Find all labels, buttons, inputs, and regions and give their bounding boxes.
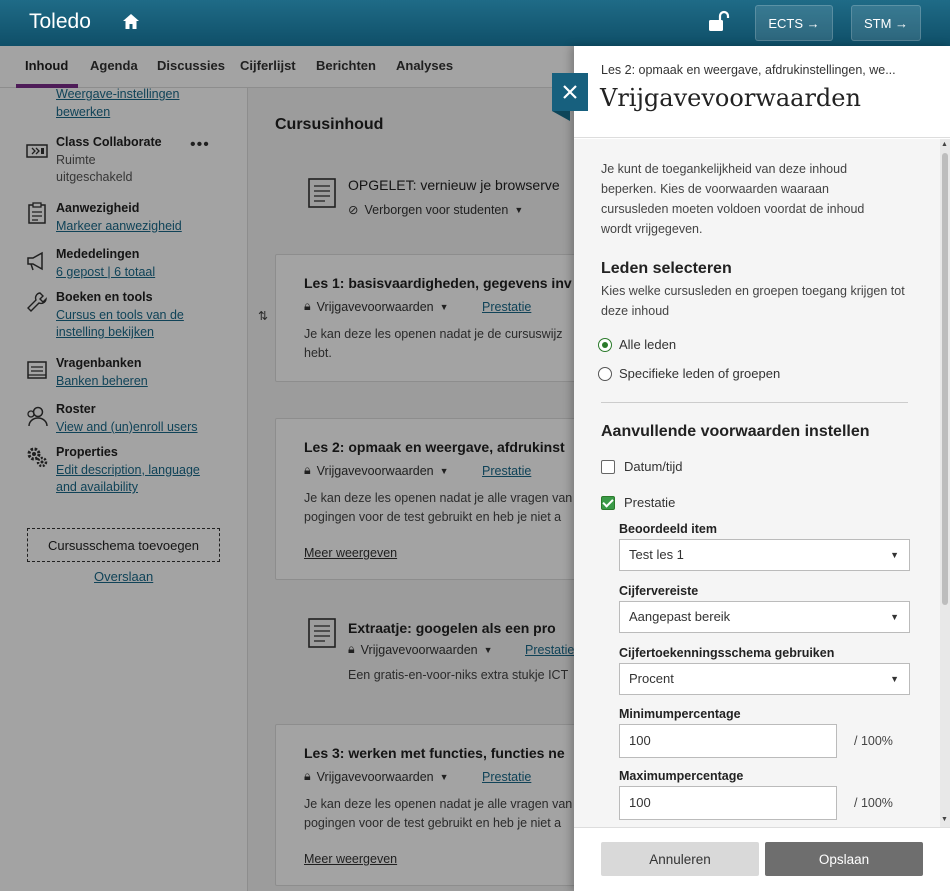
top-bar: Toledo ECTS → STM → [0, 0, 950, 46]
extra-conditions-title: Aanvullende voorwaarden instellen [601, 423, 870, 440]
close-panel-button[interactable] [552, 73, 588, 111]
all-members-label[interactable]: Alle leden [619, 337, 676, 352]
close-tab-tail [552, 111, 570, 121]
scroll-thumb[interactable] [942, 153, 948, 605]
graded-item-select[interactable]: Test les 1 ▼ [619, 539, 910, 571]
members-section-subtitle: Kies welke cursusleden en groepen toegan… [601, 284, 905, 318]
course-stm-button[interactable]: STM → [851, 5, 921, 41]
release-conditions-panel: Les 2: opmaak en weergave, afdrukinstell… [574, 46, 950, 891]
minimum-percentage-label: Minimumpercentage [619, 707, 741, 721]
section-divider [601, 402, 908, 403]
panel-footer: Annuleren Opslaan [574, 827, 950, 891]
panel-breadcrumb: Les 2: opmaak en weergave, afdrukinstell… [601, 63, 896, 77]
unlock-icon[interactable] [706, 9, 730, 33]
grading-schema-label: Cijfertoekenningsschema gebruiken [619, 646, 835, 660]
performance-checkbox[interactable] [601, 496, 615, 510]
modal-backdrop[interactable] [0, 46, 574, 891]
maximum-percentage-suffix: / 100% [854, 796, 893, 810]
chevron-down-icon: ▼ [890, 550, 899, 560]
maximum-percentage-input[interactable]: 100 [619, 786, 837, 820]
minimum-percentage-suffix: / 100% [854, 734, 893, 748]
grade-requirement-select[interactable]: Aangepast bereik ▼ [619, 601, 910, 633]
performance-label[interactable]: Prestatie [624, 495, 675, 510]
specific-members-label[interactable]: Specifieke leden of groepen [619, 366, 780, 381]
maximum-percentage-label: Maximumpercentage [619, 769, 744, 783]
cancel-button[interactable]: Annuleren [601, 842, 759, 876]
panel-intro: Je kunt de toegankelijkheid van deze inh… [601, 162, 865, 236]
minimum-percentage-input[interactable]: 100 [619, 724, 837, 758]
save-button[interactable]: Opslaan [765, 842, 923, 876]
close-icon [563, 85, 577, 99]
specific-members-radio[interactable] [598, 367, 612, 381]
graded-item-label: Beoordeeld item [619, 522, 717, 536]
course-ects-button[interactable]: ECTS → [755, 5, 833, 41]
panel-scrollbar[interactable]: ▲ ▼ [940, 139, 950, 827]
datetime-label[interactable]: Datum/tijd [624, 459, 683, 474]
brand-logo[interactable]: Toledo [29, 10, 91, 34]
home-icon[interactable] [121, 12, 141, 32]
members-section-title: Leden selecteren [601, 260, 732, 277]
all-members-radio[interactable] [598, 338, 612, 352]
scroll-up-icon[interactable]: ▲ [941, 141, 948, 148]
panel-title: Vrijgavevoorwaarden [600, 84, 861, 112]
grading-schema-select[interactable]: Procent ▼ [619, 663, 910, 695]
chevron-down-icon: ▼ [890, 674, 899, 684]
panel-body: Je kunt de toegankelijkheid van deze inh… [574, 139, 940, 827]
grade-requirement-label: Cijfervereiste [619, 584, 699, 598]
datetime-checkbox[interactable] [601, 460, 615, 474]
chevron-down-icon: ▼ [890, 612, 899, 622]
scroll-down-icon[interactable]: ▼ [941, 816, 948, 823]
panel-header: Les 2: opmaak en weergave, afdrukinstell… [574, 46, 950, 138]
